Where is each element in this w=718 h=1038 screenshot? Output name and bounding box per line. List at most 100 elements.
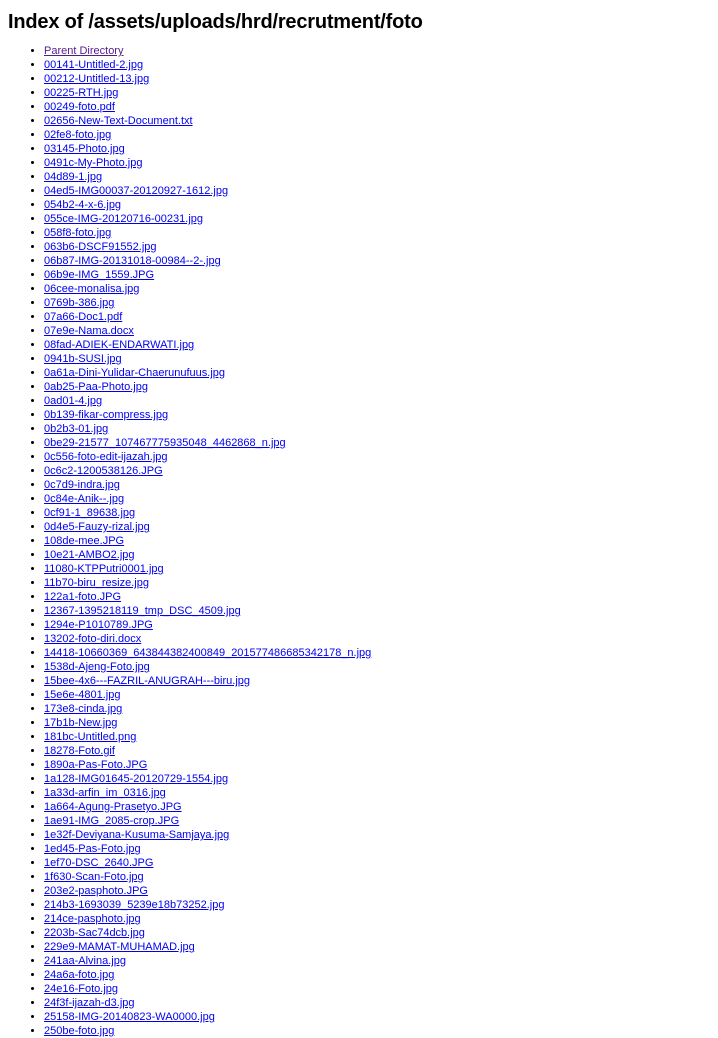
file-link[interactable]: 1538d-Ajeng-Foto.jpg [44, 661, 150, 673]
list-item: 0b139-fikar-compress.jpg [44, 408, 710, 422]
file-link[interactable]: 07e9e-Nama.docx [44, 325, 134, 337]
file-link[interactable]: 00212-Untitled-13.jpg [44, 73, 149, 85]
file-link[interactable]: 1f630-Scan-Foto.jpg [44, 871, 144, 883]
list-item: 250be-foto.jpg [44, 1024, 710, 1038]
file-link[interactable]: 00141-Untitled-2.jpg [44, 59, 143, 71]
file-link[interactable]: 181bc-Untitled.png [44, 731, 136, 743]
file-link[interactable]: 1ef70-DSC_2640.JPG [44, 857, 153, 869]
list-item: 24a6a-foto.jpg [44, 968, 710, 982]
list-item: 06b9e-IMG_1559.JPG [44, 268, 710, 282]
list-item: 0c84e-Anik--.jpg [44, 492, 710, 506]
file-link[interactable]: 1ed45-Pas-Foto.jpg [44, 843, 141, 855]
file-link[interactable]: 0a61a-Dini-Yulidar-Chaerunufuus.jpg [44, 367, 225, 379]
list-item: 15bee-4x6---FAZRIL-ANUGRAH---biru.jpg [44, 674, 710, 688]
file-link[interactable]: 06b87-IMG-20131018-00984--2-.jpg [44, 255, 221, 267]
list-item: 12367-1395218119_tmp_DSC_4509.jpg [44, 604, 710, 618]
file-link[interactable]: 054b2-4-x-6.jpg [44, 199, 121, 211]
file-link[interactable]: 03145-Photo.jpg [44, 143, 125, 155]
file-link[interactable]: 214b3-1693039_5239e18b73252.jpg [44, 899, 224, 911]
file-link[interactable]: 250be-foto.jpg [44, 1025, 114, 1037]
file-link[interactable]: 06b9e-IMG_1559.JPG [44, 269, 154, 281]
file-link[interactable]: 24a6a-foto.jpg [44, 969, 114, 981]
file-link[interactable]: 00225-RTH.jpg [44, 87, 118, 99]
parent-directory-link[interactable]: Parent Directory [44, 45, 123, 57]
file-link[interactable]: 1a33d-arfin_im_0316.jpg [44, 787, 166, 799]
list-item: 122a1-foto.JPG [44, 590, 710, 604]
file-link[interactable]: 0c556-foto-edit-ijazah.jpg [44, 451, 168, 463]
file-link[interactable]: 07a66-Doc1.pdf [44, 311, 122, 323]
file-link[interactable]: 0cf91-1_89638.jpg [44, 507, 135, 519]
list-item: 18278-Foto.gif [44, 744, 710, 758]
file-link[interactable]: 02656-New-Text-Document.txt [44, 115, 193, 127]
file-link[interactable]: 214ce-pasphoto.jpg [44, 913, 141, 925]
file-link[interactable]: 1e32f-Deviyana-Kusuma-Samjaya.jpg [44, 829, 229, 841]
file-link[interactable]: 173e8-cinda.jpg [44, 703, 122, 715]
list-item: 1ed45-Pas-Foto.jpg [44, 842, 710, 856]
file-link[interactable]: 1890a-Pas-Foto.JPG [44, 759, 147, 771]
file-link[interactable]: 06cee-monalisa.jpg [44, 283, 139, 295]
list-item: 10e21-AMBO2.jpg [44, 548, 710, 562]
file-link[interactable]: 1a128-IMG01645-20120729-1554.jpg [44, 773, 228, 785]
file-link[interactable]: 10e21-AMBO2.jpg [44, 549, 135, 561]
file-link[interactable]: 1ae91-IMG_2085-crop.JPG [44, 815, 179, 827]
file-link[interactable]: 04d89-1.jpg [44, 171, 102, 183]
file-link[interactable]: 055ce-IMG-20120716-00231.jpg [44, 213, 203, 225]
list-item: 03145-Photo.jpg [44, 142, 710, 156]
list-item: 14418-10660369_643844382400849_201577486… [44, 646, 710, 660]
list-item: 06b87-IMG-20131018-00984--2-.jpg [44, 254, 710, 268]
file-link[interactable]: 2203b-Sac74dcb.jpg [44, 927, 145, 939]
list-item: 15e6e-4801.jpg [44, 688, 710, 702]
file-link[interactable]: 0ab25-Paa-Photo.jpg [44, 381, 148, 393]
file-link[interactable]: 203e2-pasphoto.JPG [44, 885, 148, 897]
file-link[interactable]: 229e9-MAMAT-MUHAMAD.jpg [44, 941, 195, 953]
file-link[interactable]: 122a1-foto.JPG [44, 591, 121, 603]
file-link[interactable]: 108de-mee.JPG [44, 535, 124, 547]
list-item: 07e9e-Nama.docx [44, 324, 710, 338]
list-item: 1f630-Scan-Foto.jpg [44, 870, 710, 884]
file-link[interactable]: 24f3f-ijazah-d3.jpg [44, 997, 135, 1009]
file-link[interactable]: 12367-1395218119_tmp_DSC_4509.jpg [44, 605, 241, 617]
file-link[interactable]: 04ed5-IMG00037-20120927-1612.jpg [44, 185, 228, 197]
file-link[interactable]: 0c6c2-1200538126.JPG [44, 465, 163, 477]
list-item: 0ad01-4.jpg [44, 394, 710, 408]
list-item: 0ab25-Paa-Photo.jpg [44, 380, 710, 394]
list-item: 1a33d-arfin_im_0316.jpg [44, 786, 710, 800]
file-link[interactable]: 15e6e-4801.jpg [44, 689, 120, 701]
file-link[interactable]: 241aa-Alvina.jpg [44, 955, 126, 967]
file-link[interactable]: 11b70-biru_resize.jpg [44, 577, 149, 589]
file-link[interactable]: 17b1b-New.jpg [44, 717, 117, 729]
file-link[interactable]: 0b139-fikar-compress.jpg [44, 409, 168, 421]
file-link[interactable]: 24e16-Foto.jpg [44, 983, 118, 995]
file-link[interactable]: 1294e-P1010789.JPG [44, 619, 153, 631]
file-link[interactable]: 0491c-My-Photo.jpg [44, 157, 142, 169]
file-link[interactable]: 15bee-4x6---FAZRIL-ANUGRAH---biru.jpg [44, 675, 250, 687]
list-item: 02fe8-foto.jpg [44, 128, 710, 142]
file-link[interactable]: 0d4e5-Fauzy-rizal.jpg [44, 521, 150, 533]
file-link[interactable]: 0ad01-4.jpg [44, 395, 102, 407]
file-link[interactable]: 0769b-386.jpg [44, 297, 114, 309]
file-link[interactable]: 00249-foto.pdf [44, 101, 115, 113]
file-link[interactable]: 058f8-foto.jpg [44, 227, 111, 239]
file-link[interactable]: 0c84e-Anik--.jpg [44, 493, 124, 505]
file-link[interactable]: 13202-foto-diri.docx [44, 633, 141, 645]
file-link[interactable]: 063b6-DSCF91552.jpg [44, 241, 157, 253]
file-link[interactable]: 0b2b3-01.jpg [44, 423, 108, 435]
list-item: 1538d-Ajeng-Foto.jpg [44, 660, 710, 674]
file-link[interactable]: 14418-10660369_643844382400849_201577486… [44, 647, 371, 659]
file-link[interactable]: 02fe8-foto.jpg [44, 129, 111, 141]
list-item: 17b1b-New.jpg [44, 716, 710, 730]
file-link[interactable]: 18278-Foto.gif [44, 745, 115, 757]
file-link[interactable]: 08fad-ADIEK-ENDARWATI.jpg [44, 339, 194, 351]
list-item: 1294e-P1010789.JPG [44, 618, 710, 632]
file-link[interactable]: 0941b-SUSI.jpg [44, 353, 122, 365]
file-link[interactable]: 25158-IMG-20140823-WA0000.jpg [44, 1011, 215, 1023]
file-link[interactable]: 0be29-21577_107467775935048_4462868_n.jp… [44, 437, 286, 449]
file-link[interactable]: 0c7d9-indra.jpg [44, 479, 120, 491]
list-item: 02656-New-Text-Document.txt [44, 114, 710, 128]
list-item: 214b3-1693039_5239e18b73252.jpg [44, 898, 710, 912]
list-item: 25158-IMG-20140823-WA0000.jpg [44, 1010, 710, 1024]
list-item: 0d4e5-Fauzy-rizal.jpg [44, 520, 710, 534]
file-link[interactable]: 1a664-Agung-Prasetyo.JPG [44, 801, 182, 813]
list-item: 203e2-pasphoto.JPG [44, 884, 710, 898]
file-link[interactable]: 11080-KTPPutri0001.jpg [44, 563, 164, 575]
